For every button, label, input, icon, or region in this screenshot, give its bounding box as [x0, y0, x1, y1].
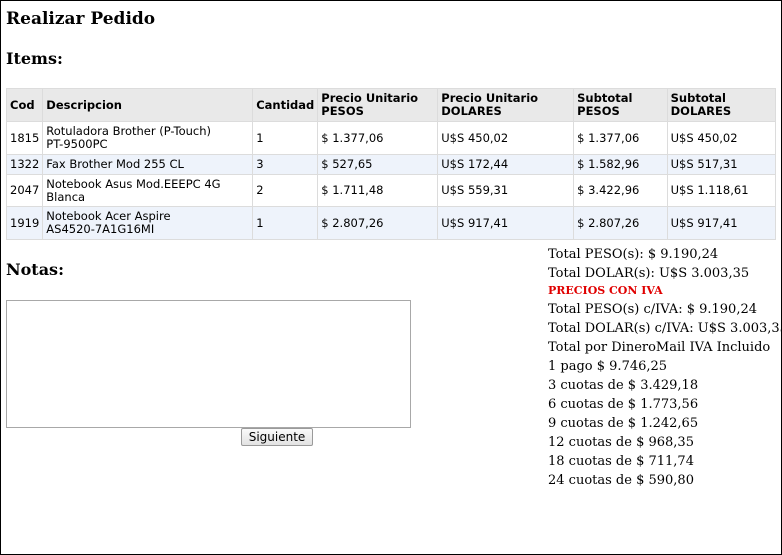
cuota-line: 1 pago $ 9.746,25 — [548, 359, 668, 374]
notes-textarea[interactable] — [6, 300, 411, 428]
cell-subtotal-pesos: $ 2.807,26 — [573, 206, 668, 240]
cell-cantidad: 2 — [252, 174, 319, 207]
dineromail-label: Total por DineroMail IVA Incluido — [548, 340, 771, 355]
siguiente-button[interactable]: Siguiente — [241, 428, 313, 446]
cell-descripcion: Rotuladora Brother (P-Touch) PT-9500PC — [42, 121, 254, 155]
cell-precio-pesos: $ 2.807,26 — [317, 206, 439, 240]
table-row: 2047 Notebook Asus Mod.EEEPC 4G Blanca 2 … — [5, 174, 777, 207]
cell-cod: 1815 — [5, 121, 44, 155]
column-header-subtotal-dolares: Subtotal DOLARES — [666, 88, 777, 122]
cuota-line: 18 cuotas de $ 711,74 — [548, 454, 694, 469]
cell-subtotal-dolares: U$S 450,02 — [666, 121, 777, 155]
cell-descripcion: Notebook Acer Aspire AS4520-7A1G16MI — [42, 206, 254, 240]
column-header-descripcion: Descripcion — [42, 88, 254, 122]
table-row: 1322 Fax Brother Mod 255 CL 3 $ 527,65 U… — [5, 154, 777, 175]
cuota-line: 9 cuotas de $ 1.242,65 — [548, 416, 699, 431]
total-dolar-iva: Total DOLAR(s) c/IVA: U$S 3.003,35 — [548, 321, 782, 336]
page-title: Realizar Pedido — [6, 9, 156, 29]
precios-con-iva-label: PRECIOS CON IVA — [548, 284, 663, 297]
cell-descripcion: Notebook Asus Mod.EEEPC 4G Blanca — [42, 174, 254, 207]
cell-cantidad: 1 — [252, 206, 319, 240]
cell-precio-pesos: $ 527,65 — [317, 154, 439, 175]
column-header-precio-pesos: Precio Unitario PESOS — [317, 88, 439, 122]
cell-subtotal-pesos: $ 1.582,96 — [573, 154, 668, 175]
cell-cod: 1322 — [5, 154, 44, 175]
cuota-line: 3 cuotas de $ 3.429,18 — [548, 378, 699, 393]
column-header-precio-dolares: Precio Unitario DOLARES — [437, 88, 575, 122]
total-pesos-iva: Total PESO(s) c/IVA: $ 9.190,24 — [548, 302, 757, 317]
column-header-cod: Cod — [5, 88, 44, 122]
cuota-line: 24 cuotas de $ 590,80 — [548, 473, 694, 488]
cell-precio-pesos: $ 1.711,48 — [317, 174, 439, 207]
cell-precio-pesos: $ 1.377,06 — [317, 121, 439, 155]
cell-precio-dolares: U$S 917,41 — [437, 206, 575, 240]
total-pesos: Total PESO(s): $ 9.190,24 — [548, 247, 719, 262]
column-header-subtotal-pesos: Subtotal PESOS — [573, 88, 668, 122]
cell-precio-dolares: U$S 450,02 — [437, 121, 575, 155]
cell-subtotal-dolares: U$S 1.118,61 — [666, 174, 777, 207]
cell-cod: 2047 — [5, 174, 44, 207]
cell-cantidad: 1 — [252, 121, 319, 155]
cell-subtotal-dolares: U$S 517,31 — [666, 154, 777, 175]
cell-subtotal-pesos: $ 1.377,06 — [573, 121, 668, 155]
notes-section-title: Notas: — [6, 260, 64, 279]
items-section-title: Items: — [6, 49, 63, 68]
cell-cantidad: 3 — [252, 154, 319, 175]
cuota-line: 6 cuotas de $ 1.773,56 — [548, 397, 699, 412]
cell-subtotal-dolares: U$S 917,41 — [666, 206, 777, 240]
table-row: 1815 Rotuladora Brother (P-Touch) PT-9500… — [5, 121, 777, 155]
total-dolar: Total DOLAR(s): U$S 3.003,35 — [548, 266, 750, 281]
column-header-cantidad: Cantidad — [252, 88, 319, 122]
cell-precio-dolares: U$S 172,44 — [437, 154, 575, 175]
cell-descripcion: Fax Brother Mod 255 CL — [42, 154, 254, 175]
cell-subtotal-pesos: $ 3.422,96 — [573, 174, 668, 207]
items-table: Cod Descripcion Cantidad Precio Unitario… — [5, 88, 777, 240]
cell-cod: 1919 — [5, 206, 44, 240]
cell-precio-dolares: U$S 559,31 — [437, 174, 575, 207]
totals-panel: Total PESO(s): $ 9.190,24 Total DOLAR(s)… — [548, 245, 782, 490]
table-header-row: Cod Descripcion Cantidad Precio Unitario… — [5, 88, 777, 122]
table-row: 1919 Notebook Acer Aspire AS4520-7A1G16MI… — [5, 206, 777, 240]
cuota-line: 12 cuotas de $ 968,35 — [548, 435, 694, 450]
